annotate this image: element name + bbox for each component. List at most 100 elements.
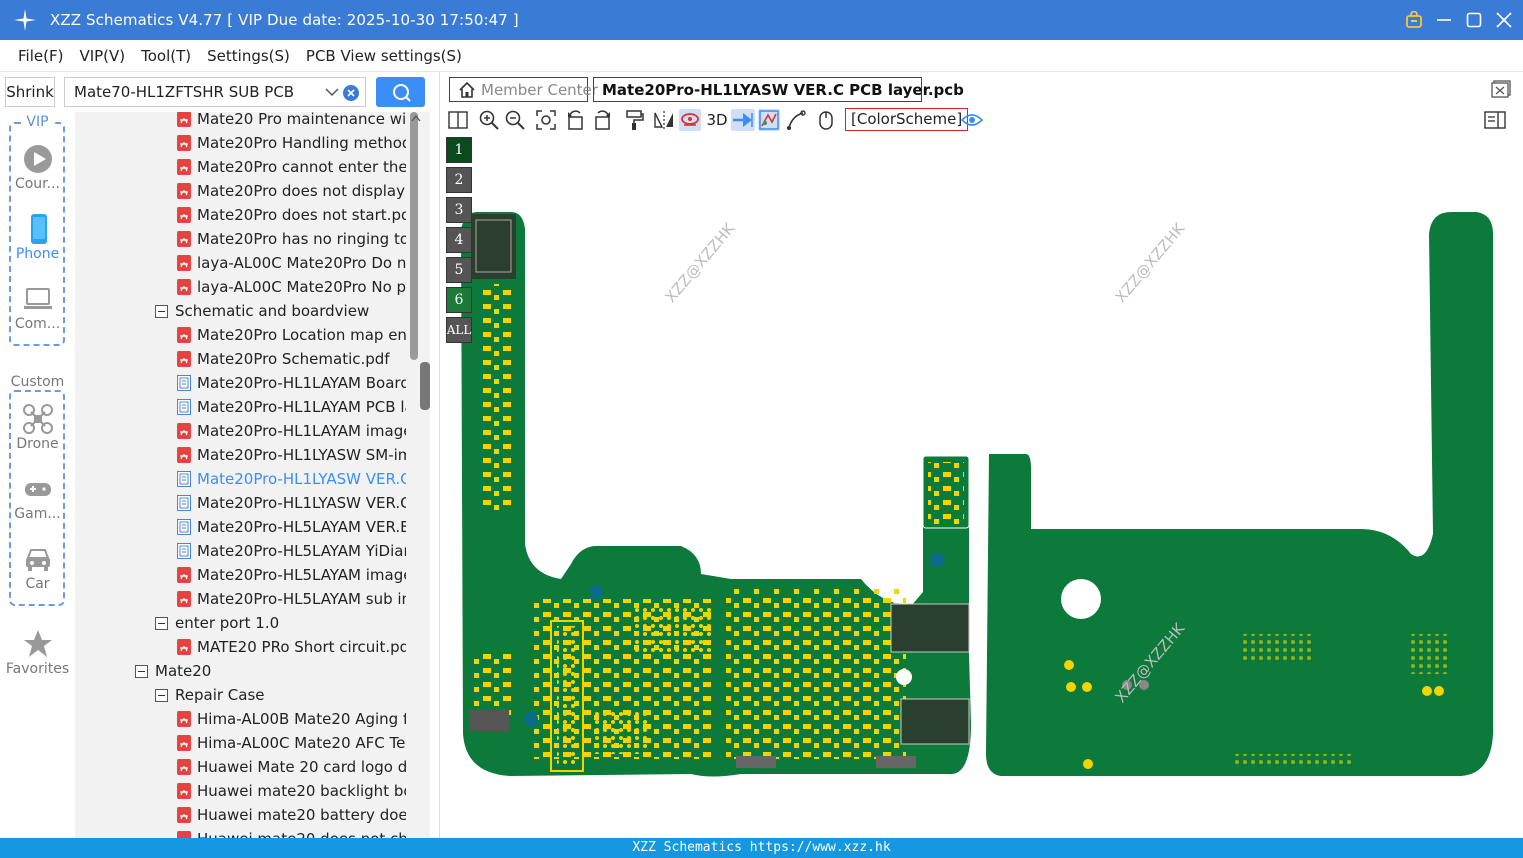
- search-button[interactable]: [376, 77, 425, 107]
- menu-file[interactable]: File(F): [18, 47, 63, 65]
- close-icon[interactable]: [1495, 11, 1513, 29]
- tree-file[interactable]: Mate20Pro-HL1LAYAM image.p: [177, 419, 406, 443]
- layer-5-button[interactable]: 5: [446, 257, 472, 283]
- tree-folder[interactable]: Schematic and boardview: [155, 299, 406, 323]
- panel-splitter[interactable]: [420, 72, 440, 838]
- close-all-tabs-icon[interactable]: [1491, 80, 1511, 102]
- tree-file[interactable]: Mate20Pro Handling method o: [177, 131, 406, 155]
- tree-file[interactable]: Mate20Pro-HL1LAYAM Boardvi: [177, 371, 406, 395]
- tree-file[interactable]: Mate20 Pro maintenance witho: [177, 112, 406, 131]
- tree-scrollbar[interactable]: [408, 112, 430, 838]
- tree-file[interactable]: Mate20Pro Location map en.pd: [177, 323, 406, 347]
- sidebar-item-computer[interactable]: Com...: [0, 284, 75, 332]
- sidebar-item-phone[interactable]: Phone: [0, 214, 75, 262]
- splitter-grip[interactable]: [420, 362, 430, 410]
- tree-file[interactable]: Mate20Pro has no ringing tone: [177, 227, 406, 251]
- mouse-icon[interactable]: [815, 109, 837, 131]
- tree-file[interactable]: Mate20Pro-HL5LAYAM sub ima: [177, 587, 406, 611]
- tree-file[interactable]: Mate20Pro-HL5LAYAM image.p: [177, 563, 406, 587]
- layer-6-button[interactable]: 6: [446, 287, 472, 313]
- collapse-icon[interactable]: [155, 688, 168, 702]
- tree-file[interactable]: Mate20Pro-HL1LAYAM PCB lay: [177, 395, 406, 419]
- shrink-button[interactable]: Shrink: [5, 77, 55, 107]
- tree-folder[interactable]: Repair Case: [155, 683, 406, 707]
- tree-file[interactable]: Mate20Pro does not start.pdf: [177, 203, 406, 227]
- tree-file[interactable]: Huawei Mate 20 card logo does: [177, 755, 406, 779]
- lock-icon[interactable]: [1405, 11, 1423, 29]
- clear-icon[interactable]: [343, 85, 359, 101]
- search-input[interactable]: Mate70-HL1ZFTSHR SUB PCB: [74, 83, 294, 101]
- document-tabs: Member Center Mate20Pro-HL1LYASW VER.C P…: [441, 72, 1523, 106]
- menu-pcb-view-settings[interactable]: PCB View settings(S): [306, 47, 462, 65]
- layer-4-button[interactable]: 4: [446, 227, 472, 253]
- layer-all-button[interactable]: ALL: [446, 317, 472, 343]
- rotate-left-icon[interactable]: [565, 109, 587, 131]
- tree-file[interactable]: laya-AL00C Mate20Pro Do not s: [177, 251, 406, 275]
- tree-file[interactable]: Mate20Pro-HL5LAYAM YiDianT: [177, 539, 406, 563]
- tree-file[interactable]: Huawei mate20 battery does no: [177, 803, 406, 827]
- fit-view-icon[interactable]: [535, 109, 557, 131]
- tab-pcb-file[interactable]: Mate20Pro-HL1LYASW VER.C PCB layer.pcb: [593, 77, 964, 102]
- sidebar-item-games[interactable]: Gam...: [0, 474, 75, 522]
- tree-file[interactable]: Mate20Pro-HL1LYASW VER.C Yi: [177, 491, 406, 515]
- chevron-down-icon[interactable]: [325, 85, 339, 103]
- scroll-up-icon[interactable]: [411, 114, 421, 122]
- mirror-icon[interactable]: [653, 109, 675, 131]
- menu-tool[interactable]: Tool(T): [141, 47, 191, 65]
- sidebar-item-car[interactable]: Car: [0, 544, 75, 592]
- minimize-icon[interactable]: [1435, 11, 1453, 29]
- tree-item-label: Huawei Mate 20 card logo does: [197, 758, 406, 776]
- tree-scrollbar-thumb[interactable]: [410, 112, 418, 360]
- tree-file[interactable]: Mate20Pro does not display tro: [177, 179, 406, 203]
- tree-file[interactable]: Huawei mate20 backlight boost: [177, 779, 406, 803]
- sidebar-item-courses[interactable]: Cour...: [0, 144, 75, 192]
- gamepad-icon: [24, 483, 51, 496]
- pcb-canvas[interactable]: 1 2 3 4 5 6 ALL XZZ@XZZHK XZZ@XZZHK XZZ@…: [441, 134, 1523, 838]
- sidebar-item-drone[interactable]: Drone: [0, 404, 75, 452]
- collapse-icon[interactable]: [135, 664, 148, 678]
- tree-item-label: Mate20Pro-HL5LAYAM YiDianT: [197, 542, 406, 560]
- zoom-out-icon[interactable]: [504, 109, 526, 131]
- tree-file[interactable]: Hima-AL00C Mate20 AFC Test f: [177, 731, 406, 755]
- layer-2-button[interactable]: 2: [446, 167, 472, 193]
- menu-settings[interactable]: Settings(S): [207, 47, 290, 65]
- tree-item-label: Mate20 Pro maintenance witho: [197, 112, 406, 128]
- tree-item-label: Mate20Pro has no ringing tone: [197, 230, 406, 248]
- tree-file[interactable]: Mate20Pro-HL1LYASW VER.C P: [177, 467, 406, 491]
- 3d-view-button[interactable]: 3D: [704, 109, 730, 131]
- search-combobox[interactable]: Mate70-HL1ZFTSHR SUB PCB: [64, 77, 366, 107]
- pin-mode-icon[interactable]: [731, 109, 755, 131]
- tree-file[interactable]: Mate20Pro-HL5LAYAM VER.B P: [177, 515, 406, 539]
- split-view-icon[interactable]: [447, 109, 469, 131]
- tree-file[interactable]: Hima-AL00B Mate20 Aging fail: [177, 707, 406, 731]
- tree-file[interactable]: laya-AL00C Mate20Pro No pow: [177, 275, 406, 299]
- zoom-in-icon[interactable]: [478, 109, 500, 131]
- tree-file[interactable]: Mate20Pro Schematic.pdf: [177, 347, 406, 371]
- layer-3-button[interactable]: 3: [446, 197, 472, 223]
- menu-vip[interactable]: VIP(V): [79, 47, 125, 65]
- side-panel-toggle-icon[interactable]: [1484, 109, 1506, 131]
- sidebar-item-favorites[interactable]: Favorites: [0, 629, 75, 677]
- pcb-board-drawing[interactable]: [441, 134, 1523, 838]
- collapse-icon[interactable]: [155, 616, 168, 630]
- collapse-icon[interactable]: [155, 304, 168, 318]
- maximize-icon[interactable]: [1465, 11, 1483, 29]
- tree-item-label: Mate20Pro-HL5LAYAM VER.B P: [197, 518, 406, 536]
- layer-1-button[interactable]: 1: [446, 137, 472, 163]
- tree-file[interactable]: MATE20 PRo Short circuit.pdf: [177, 635, 406, 659]
- tab-member-center[interactable]: Member Center: [449, 77, 598, 102]
- tree-file[interactable]: Mate20Pro cannot enter the sys: [177, 155, 406, 179]
- rotate-right-icon[interactable]: [591, 109, 613, 131]
- tree-file[interactable]: Huawei mate20 does not charg: [177, 827, 406, 838]
- format-painter-icon[interactable]: [623, 109, 645, 131]
- color-scheme-button[interactable]: [ColorScheme]: [845, 108, 969, 131]
- tree-folder[interactable]: enter port 1.0: [155, 611, 406, 635]
- tree-item-label: laya-AL00C Mate20Pro No pow: [197, 278, 406, 296]
- tree-file[interactable]: Mate20Pro-HL1LYASW SM-ima: [177, 443, 406, 467]
- pdf-file-icon: [177, 567, 191, 583]
- component-view-icon[interactable]: [758, 109, 780, 131]
- eye-icon[interactable]: [961, 109, 983, 131]
- tree-folder[interactable]: Mate20: [135, 659, 406, 683]
- trace-icon[interactable]: [785, 109, 807, 131]
- net-highlight-icon[interactable]: [679, 109, 701, 131]
